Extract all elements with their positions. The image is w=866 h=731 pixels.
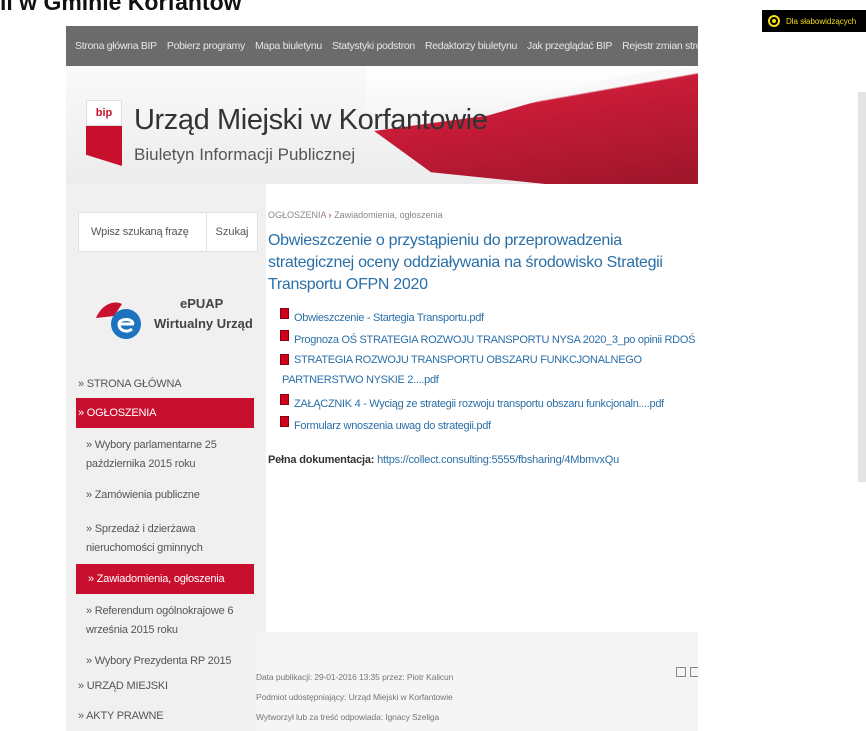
accessibility-label: Dla słabowidzących bbox=[786, 16, 857, 26]
menu-home[interactable]: » STRONA GŁÓWNA bbox=[78, 378, 182, 390]
pdf-icon bbox=[280, 330, 289, 341]
breadcrumb-separator: › bbox=[328, 210, 332, 220]
article-title: Obwieszczenie o przystąpieniu do przepro… bbox=[268, 232, 663, 293]
document-icon[interactable] bbox=[676, 667, 686, 677]
print-icon[interactable] bbox=[690, 667, 698, 677]
accessibility-button[interactable]: Dla słabowidzących bbox=[762, 10, 866, 32]
epuap-title: ePUAP bbox=[180, 296, 224, 311]
attachment-name: Obwieszczenie - Startegia Transportu.pdf bbox=[294, 312, 484, 324]
publication-metadata: Data publikacji: 29-01-2016 13:35 przez:… bbox=[256, 632, 698, 731]
menu-sub-public-procurement[interactable]: » Zamówienia publiczne bbox=[86, 486, 254, 505]
pdf-icon bbox=[280, 354, 289, 365]
pdf-icon bbox=[280, 308, 289, 319]
attachment-link[interactable]: STRATEGIA ROZWOJU TRANSPORTU OBSZARU FUN… bbox=[280, 350, 682, 390]
attachment-name: STRATEGIA ROZWOJU TRANSPORTU OBSZARU FUN… bbox=[282, 354, 642, 386]
attachment-name: ZAŁĄCZNIK 4 - Wyciąg ze strategii rozwoj… bbox=[294, 398, 664, 410]
site-header: bip Urząd Miejski w Korfantowie Biuletyn… bbox=[66, 66, 698, 184]
menu-sub-property-sale[interactable]: » Sprzedaż i dzierżawa nieruchomości gmi… bbox=[86, 520, 254, 558]
epuap-logo-icon bbox=[96, 302, 141, 339]
pdf-icon bbox=[280, 416, 289, 427]
search-button[interactable]: Szukaj bbox=[206, 213, 257, 251]
full-documentation: Pełna dokumentacja: https://collect.cons… bbox=[268, 454, 619, 466]
attachment-link[interactable]: Formularz wnoszenia uwag do strategii.pd… bbox=[280, 416, 491, 432]
menu-sub-presidential-elections[interactable]: » Wybory Prezydenta RP 2015 bbox=[86, 652, 254, 671]
top-navigation: Strona główna BIP Pobierz programy Mapa … bbox=[66, 26, 698, 66]
attachment-link[interactable]: Prognoza OŚ STRATEGIA ROZWOJU TRANSPORTU… bbox=[280, 330, 698, 346]
epuap-subtitle: Wirtualny Urząd bbox=[154, 316, 253, 331]
breadcrumb-announcements[interactable]: OGŁOSZENIA bbox=[268, 210, 326, 220]
nav-bulletin-editors[interactable]: Redaktorzy biuletynu bbox=[425, 40, 517, 52]
nav-home-bip[interactable]: Strona główna BIP bbox=[75, 40, 157, 52]
breadcrumb-notices[interactable]: Zawiadomienia, ogłoszenia bbox=[334, 210, 443, 220]
site-subtitle: Biuletyn Informacji Publicznej bbox=[134, 145, 356, 164]
full-documentation-label: Pełna dokumentacja: bbox=[268, 454, 375, 466]
page-top-title: ii w Gminie Korfantów bbox=[0, 0, 242, 15]
bip-logo-text: bip bbox=[86, 100, 122, 126]
menu-sub-parliamentary-elections[interactable]: » Wybory parlamentarne 25 października 2… bbox=[86, 436, 254, 474]
attachment-link[interactable]: Obwieszczenie - Startegia Transportu.pdf bbox=[280, 308, 484, 324]
pdf-icon bbox=[280, 394, 289, 405]
menu-city-office[interactable]: » URZĄD MIEJSKI bbox=[78, 680, 168, 692]
menu-sub-referendum[interactable]: » Referendum ogólnokrajowe 6 września 20… bbox=[86, 602, 254, 640]
attachment-name: Prognoza OŚ STRATEGIA ROZWOJU TRANSPORTU… bbox=[294, 334, 698, 346]
site-title[interactable]: Urząd Miejski w Korfantowie bbox=[134, 104, 488, 137]
bip-logo-flag bbox=[86, 126, 122, 166]
full-documentation-link[interactable]: https://collect.consulting:5555/fbsharin… bbox=[377, 454, 619, 466]
nav-page-statistics[interactable]: Statystyki podstron bbox=[332, 40, 415, 52]
scrollbar[interactable] bbox=[858, 92, 866, 482]
bip-logo[interactable]: bip bbox=[86, 100, 122, 170]
breadcrumb: OGŁOSZENIA › Zawiadomienia, ogłoszenia bbox=[268, 210, 443, 220]
attachment-link[interactable]: ZAŁĄCZNIK 4 - Wyciąg ze strategii rozwoj… bbox=[280, 394, 664, 410]
epuap-link[interactable]: ePUAP Wirtualny Urząd bbox=[92, 292, 262, 352]
nav-bulletin-map[interactable]: Mapa biuletynu bbox=[255, 40, 322, 52]
bip-page: Strona główna BIP Pobierz programy Mapa … bbox=[66, 26, 698, 731]
attachment-name: Formularz wnoszenia uwag do strategii.pd… bbox=[294, 420, 491, 432]
publishing-entity: Podmiot udostępniający: Urząd Miejski w … bbox=[256, 692, 453, 702]
menu-sub-notices[interactable]: » Zawiadomienia, ogłoszenia bbox=[76, 564, 254, 594]
menu-legal-acts[interactable]: » AKTY PRAWNE bbox=[78, 710, 164, 722]
meta-actions bbox=[676, 667, 698, 677]
sidebar: Wpisz szukaną frazę Szukaj ePUAP Wirtual… bbox=[66, 184, 266, 731]
nav-download-programs[interactable]: Pobierz programy bbox=[167, 40, 245, 52]
content-author: Wytworzył lub za treść odpowiada: Ignacy… bbox=[256, 712, 440, 722]
menu-announcements[interactable]: » OGŁOSZENIA bbox=[76, 398, 254, 428]
search-box: Wpisz szukaną frazę Szukaj bbox=[78, 212, 258, 252]
main-content: OGŁOSZENIA › Zawiadomienia, ogłoszenia O… bbox=[268, 184, 698, 639]
eye-icon bbox=[768, 15, 780, 27]
nav-change-register[interactable]: Rejestr zmian stron bbox=[622, 40, 698, 52]
nav-how-to-browse[interactable]: Jak przeglądać BIP bbox=[527, 40, 612, 52]
publication-date: Data publikacji: 29-01-2016 13:35 przez:… bbox=[256, 672, 454, 682]
search-input[interactable]: Wpisz szukaną frazę bbox=[79, 226, 206, 238]
